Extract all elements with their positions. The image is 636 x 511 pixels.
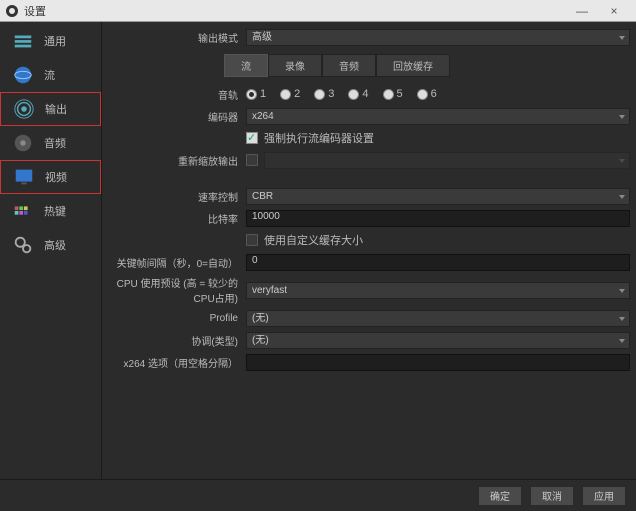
tab-replay[interactable]: 回放缓存: [376, 54, 450, 77]
keyboard-icon: [12, 200, 34, 222]
x264opts-label: x264 选项（用空格分隔）: [108, 355, 246, 370]
custom-buffer-checkbox[interactable]: [246, 234, 258, 246]
custom-buffer-label: 使用自定义缓存大小: [264, 232, 363, 248]
profile-label: Profile: [108, 313, 246, 324]
footer: 确定 取消 应用: [0, 479, 636, 511]
cpu-preset-label: CPU 使用预设 (高 = 较少的 CPU占用): [108, 275, 246, 305]
apply-button[interactable]: 应用: [582, 486, 626, 506]
gear-icon: [12, 30, 34, 52]
sidebar-label: 热键: [44, 203, 66, 219]
enforce-encoder-label: 强制执行流编码器设置: [264, 130, 374, 146]
sidebar-item-audio[interactable]: 音频: [0, 126, 101, 160]
sidebar-item-output[interactable]: 输出: [0, 92, 101, 126]
monitor-icon: [13, 166, 35, 188]
sidebar-label: 通用: [44, 33, 66, 49]
globe-icon: [12, 64, 34, 86]
x264opts-input[interactable]: [246, 354, 630, 371]
track-6-radio[interactable]: 6: [417, 88, 437, 100]
sidebar-item-hotkeys[interactable]: 热键: [0, 194, 101, 228]
disc-icon: [12, 132, 34, 154]
tracks-radiogroup: 1 2 3 4 5 6: [246, 88, 630, 100]
encoder-label: 编码器: [108, 109, 246, 124]
sidebar: 通用 流 输出 音频 视频 热键 高级: [0, 22, 102, 479]
sidebar-label: 视频: [45, 169, 67, 185]
output-mode-select[interactable]: 高级: [246, 29, 630, 46]
track-5-radio[interactable]: 5: [383, 88, 403, 100]
rescale-label: 重新缩放输出: [108, 153, 246, 168]
output-tabs: 流 录像 音频 回放缓存: [224, 54, 630, 77]
sidebar-label: 高级: [44, 237, 66, 253]
keyint-input[interactable]: 0: [246, 254, 630, 271]
track-3-radio[interactable]: 3: [314, 88, 334, 100]
app-icon: [6, 5, 18, 17]
keyint-label: 关键帧间隔（秒，0=自动）: [108, 255, 246, 270]
enforce-encoder-checkbox[interactable]: [246, 132, 258, 144]
tab-record[interactable]: 录像: [268, 54, 322, 77]
sidebar-label: 流: [44, 67, 55, 83]
output-mode-label: 输出模式: [108, 30, 246, 45]
minimize-button[interactable]: —: [566, 4, 598, 18]
tune-label: 协调(类型): [108, 333, 246, 348]
ok-button[interactable]: 确定: [478, 486, 522, 506]
encoder-select[interactable]: x264: [246, 108, 630, 125]
window-title: 设置: [24, 3, 566, 19]
broadcast-icon: [13, 98, 35, 120]
track-4-radio[interactable]: 4: [348, 88, 368, 100]
track-2-radio[interactable]: 2: [280, 88, 300, 100]
tab-audio[interactable]: 音频: [322, 54, 376, 77]
cpu-preset-select[interactable]: veryfast: [246, 282, 630, 299]
rate-control-select[interactable]: CBR: [246, 188, 630, 205]
rescale-select[interactable]: [264, 152, 630, 169]
track-1-radio[interactable]: 1: [246, 88, 266, 100]
cogs-icon: [12, 234, 34, 256]
sidebar-item-video[interactable]: 视频: [0, 160, 101, 194]
sidebar-label: 输出: [45, 101, 67, 117]
tab-stream[interactable]: 流: [224, 54, 268, 77]
content-panel: 输出模式 高级 流 录像 音频 回放缓存 音轨 1 2 3 4 5 6 编码器 …: [102, 22, 636, 479]
rescale-checkbox[interactable]: [246, 154, 258, 166]
sidebar-label: 音频: [44, 135, 66, 151]
close-button[interactable]: ×: [598, 4, 630, 18]
tune-select[interactable]: (无): [246, 332, 630, 349]
sidebar-item-advanced[interactable]: 高级: [0, 228, 101, 262]
titlebar: 设置 — ×: [0, 0, 636, 22]
bitrate-input[interactable]: 10000: [246, 210, 630, 227]
bitrate-label: 比特率: [108, 211, 246, 226]
tracks-label: 音轨: [108, 87, 246, 102]
cancel-button[interactable]: 取消: [530, 486, 574, 506]
sidebar-item-stream[interactable]: 流: [0, 58, 101, 92]
rate-control-label: 速率控制: [108, 189, 246, 204]
sidebar-item-general[interactable]: 通用: [0, 24, 101, 58]
profile-select[interactable]: (无): [246, 310, 630, 327]
